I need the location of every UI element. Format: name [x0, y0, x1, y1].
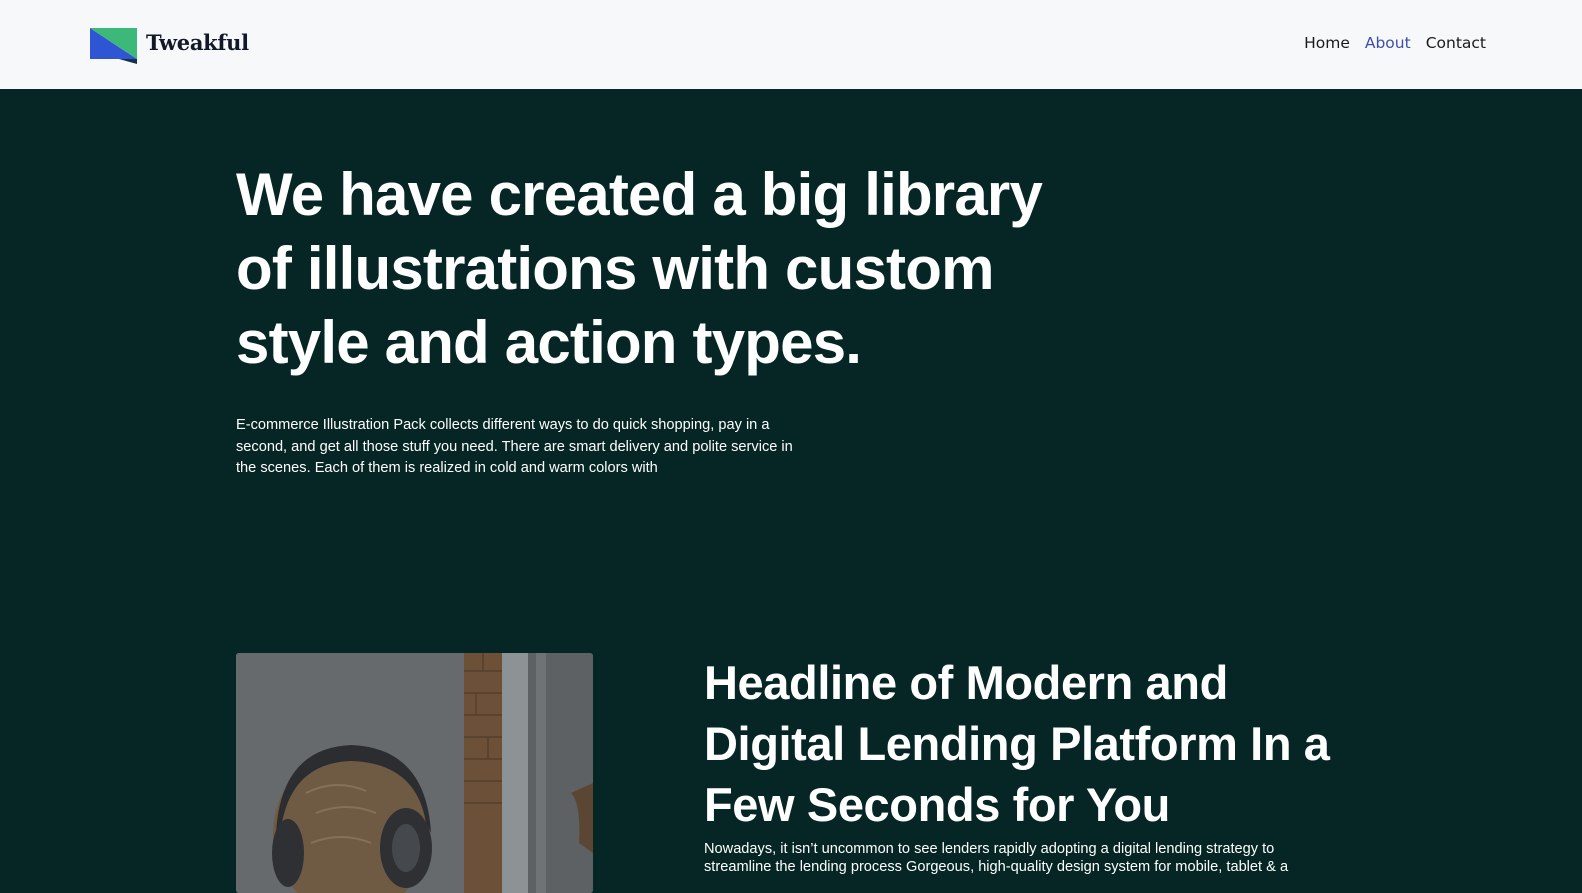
tweakful-logo-icon [90, 27, 137, 64]
nav-link-contact[interactable]: Contact [1426, 34, 1486, 52]
nav-link-home[interactable]: Home [1304, 34, 1350, 52]
feature-description: Nowadays, it isn’t uncommon to see lende… [704, 841, 1289, 875]
hero-title: We have created a big library of illustr… [236, 161, 1043, 376]
feature-photo [236, 653, 593, 893]
feature-title: Headline of Modern and Digital Lending P… [704, 656, 1330, 831]
main-nav: Home About Contact [1304, 34, 1486, 52]
brand-name: Tweakful [146, 29, 249, 55]
headphones-person-image [236, 653, 593, 893]
top-navbar: Tweakful Home About Contact [0, 0, 1582, 89]
nav-link-about[interactable]: About [1365, 34, 1411, 52]
brand-logo-link[interactable]: Tweakful [90, 26, 249, 64]
hero-description: E-commerce Illustration Pack collects di… [236, 417, 793, 476]
